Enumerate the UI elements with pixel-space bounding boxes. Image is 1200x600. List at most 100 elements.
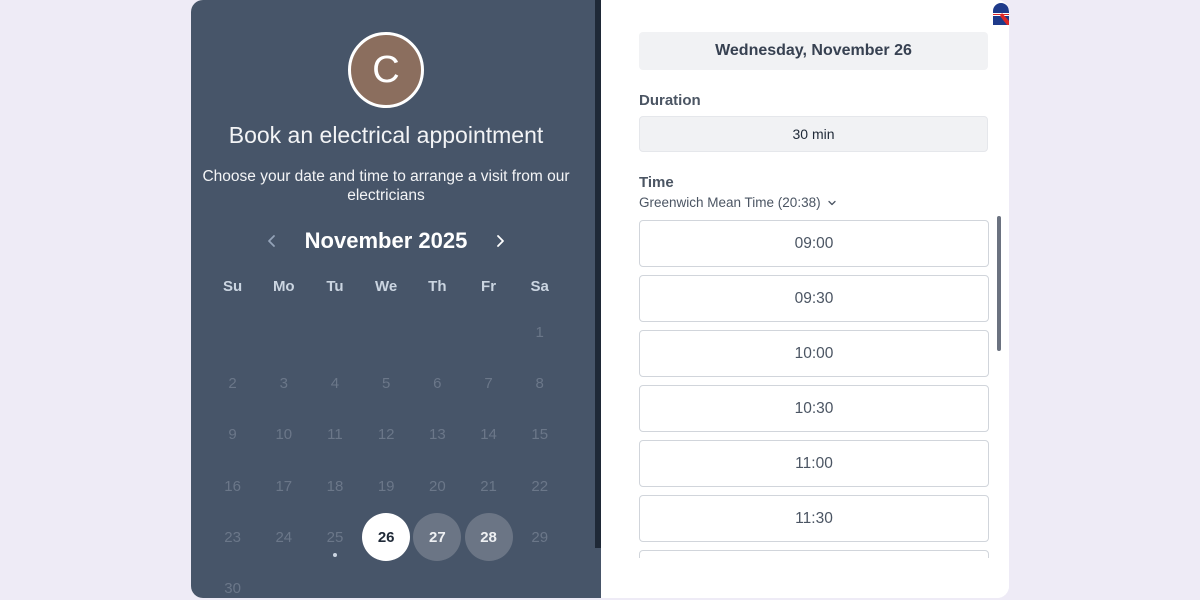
calendar-day-number: 11 (327, 426, 343, 444)
calendar-day: 4 (309, 358, 360, 409)
weekday-label: Tu (326, 278, 344, 295)
chevron-down-icon (827, 200, 836, 205)
calendar-day-number: 23 (224, 528, 241, 546)
weekday-label: We (375, 278, 398, 295)
calendar-day: 12 (361, 409, 412, 460)
time-slot-list[interactable]: 09:00 09:30 10:00 10:30 11:00 11:30 (639, 220, 990, 558)
calendar-day: 11 (309, 409, 360, 460)
calendar-day-number: 24 (275, 528, 293, 546)
calendar-blank (361, 307, 412, 358)
avatar: C (348, 32, 424, 108)
calendar-day: 15 (514, 409, 565, 460)
time-slot-button[interactable]: 10:00 (639, 330, 989, 377)
calendar-day-number: 16 (224, 477, 241, 495)
calendar-day-available[interactable]: 28 (463, 512, 514, 563)
calendar-day-number: 8 (535, 375, 544, 393)
calendar-day-number: 18 (326, 477, 344, 495)
calendar-day-number: 27 (413, 513, 462, 562)
booking-widget: C Book an electrical appointment Choose … (191, 0, 1009, 598)
calendar-day-number: 13 (429, 426, 446, 444)
calendar-day-number: 17 (275, 477, 293, 495)
weekday-label: Sa (530, 278, 549, 295)
time-slot-button[interactable]: 11:30 (639, 495, 989, 542)
calendar-day: 8 (514, 358, 565, 409)
page-title: Book an electrical appointment (228, 122, 544, 148)
prev-month-button[interactable] (259, 228, 285, 254)
chevron-right-icon (497, 235, 505, 247)
weekday-label: Fr (481, 278, 497, 295)
weekday-label: Mo (272, 278, 295, 295)
timezone-selector[interactable]: Greenwich Mean Time (20:38) (639, 195, 837, 210)
calendar-day-number: 12 (377, 426, 395, 444)
calendar-day: 14 (463, 409, 514, 460)
calendar-grid: 1 2 3 4 5 6 7 8 9 10 11 12 13 14 15 16 17 18 19 20 21 22 23 24 2… (207, 307, 567, 598)
calendar-day: 22 (514, 461, 565, 512)
time-slot-button[interactable]: 09:00 (639, 220, 989, 267)
calendar-day: 25 (309, 512, 360, 563)
calendar-day-number: 9 (228, 426, 237, 444)
calendar-day-number: 29 (531, 528, 549, 546)
calendar-day: 30 (207, 563, 258, 598)
calendar-day: 23 (207, 512, 258, 563)
calendar-day: 17 (258, 461, 309, 512)
calendar-day-number: 5 (381, 375, 391, 393)
calendar-day: 1 (514, 307, 565, 358)
calendar-blank (258, 307, 309, 358)
calendar-day: 29 (514, 512, 565, 563)
time-slot-button[interactable]: 09:30 (639, 275, 989, 322)
time-slot-button[interactable] (639, 550, 989, 558)
calendar-day-number: 20 (429, 477, 446, 495)
calendar-day: 2 (207, 358, 258, 409)
calendar-day: 9 (207, 409, 258, 460)
slot-list-scrollbar[interactable] (997, 216, 1001, 351)
time-label: Time (639, 174, 674, 191)
calendar-blank (412, 307, 463, 358)
time-slot-button[interactable]: 11:00 (639, 440, 989, 487)
weekday-header: Su Mo Tu We Th Fr Sa (207, 278, 567, 295)
month-label: November 2025 (304, 228, 468, 253)
time-slot-button[interactable]: 10:30 (639, 385, 989, 432)
page-subtitle: Choose your date and time to arrange a v… (202, 168, 570, 204)
calendar-day-number: 21 (480, 477, 497, 495)
weekday-label: Su (223, 278, 243, 295)
calendar-day: 3 (258, 358, 309, 409)
calendar-day-available[interactable]: 27 (412, 512, 463, 563)
today-indicator (332, 552, 337, 557)
calendar-blank (207, 307, 258, 358)
calendar-blank (463, 307, 514, 358)
calendar-day: 20 (412, 461, 463, 512)
calendar-day-number: 1 (535, 324, 544, 342)
selected-date: Wednesday, November 26 (639, 32, 988, 70)
calendar-day-number: 3 (279, 375, 288, 393)
calendar-day-number: 28 (464, 513, 513, 562)
calendar-day: 7 (463, 358, 514, 409)
time-selection-panel: Wednesday, November 26 Duration 30 min T… (601, 0, 1009, 598)
calendar-day-number: 22 (531, 477, 549, 495)
chevron-left-icon (267, 235, 275, 247)
weekday-label: Th (428, 278, 447, 295)
calendar-day: 18 (309, 461, 360, 512)
timezone-label: Greenwich Mean Time (20:38) (639, 195, 821, 210)
calendar-header: November 2025 (191, 226, 581, 256)
calendar-day: 19 (361, 461, 412, 512)
calendar-day-number: 7 (484, 375, 493, 393)
language-flag-icon[interactable] (993, 3, 1009, 25)
duration-label: Duration (639, 92, 701, 109)
calendar-day: 5 (361, 358, 412, 409)
calendar-day-number: 30 (224, 580, 241, 598)
calendar-day-selected[interactable]: 26 (361, 512, 412, 563)
calendar-day-number: 6 (433, 375, 442, 393)
calendar-day-number: 19 (377, 477, 395, 495)
calendar-day: 10 (258, 409, 309, 460)
duration-option[interactable]: 30 min (639, 116, 988, 152)
calendar-blank (309, 307, 360, 358)
booking-info-panel: C Book an electrical appointment Choose … (191, 0, 601, 598)
next-month-button[interactable] (487, 228, 513, 254)
calendar-day: 21 (463, 461, 514, 512)
calendar-day-number: 2 (228, 375, 237, 393)
calendar-day: 6 (412, 358, 463, 409)
calendar-day: 24 (258, 512, 309, 563)
calendar-day-number: 10 (275, 426, 293, 444)
calendar-day: 13 (412, 409, 463, 460)
calendar-day-number: 4 (330, 375, 340, 393)
